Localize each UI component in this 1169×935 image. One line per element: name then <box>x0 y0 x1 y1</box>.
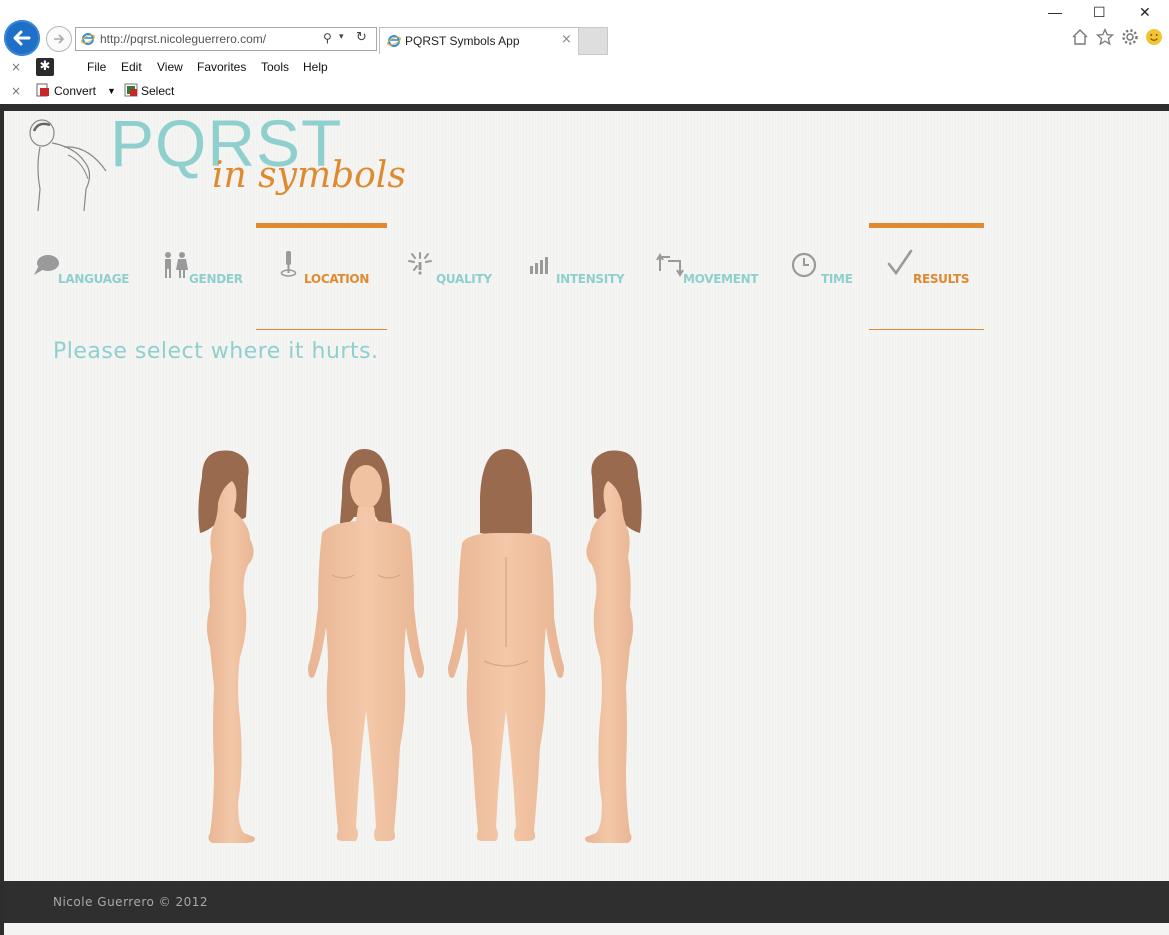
tab-title: PQRST Symbols App <box>405 34 520 48</box>
menu-help[interactable]: Help <box>303 60 328 74</box>
convert-button[interactable]: Convert <box>54 84 96 98</box>
home-icon[interactable] <box>1071 28 1089 46</box>
favorites-star-icon[interactable] <box>1096 28 1114 46</box>
page-prompt: Please select where it hurts. <box>53 339 379 364</box>
minimize-button[interactable]: — <box>1048 4 1062 20</box>
burst-icon <box>408 252 432 275</box>
body-view-front[interactable] <box>308 449 424 841</box>
menu-file[interactable]: File <box>87 60 106 74</box>
active-indicator-bottom <box>256 329 387 330</box>
active-indicator-top <box>256 223 387 228</box>
tab-close-icon[interactable]: × <box>561 32 572 47</box>
footer-copyright: Nicole Guerrero © 2012 <box>53 895 209 909</box>
bars-icon <box>530 257 548 274</box>
new-tab-button[interactable] <box>578 27 608 55</box>
back-button[interactable] <box>4 20 40 56</box>
maximize-button[interactable]: ☐ <box>1093 4 1106 21</box>
convert-dropdown-icon[interactable]: ▼ <box>107 86 116 96</box>
nav-quality-label: QUALITY <box>436 272 492 286</box>
forward-arrow-icon <box>54 34 65 44</box>
nav-gender-label: GENDER <box>189 272 243 286</box>
body-view-right-side[interactable] <box>585 450 642 843</box>
menu-bar: × ✱ File Edit View Favorites Tools Help <box>0 56 1169 80</box>
refresh-icon[interactable]: ↻ <box>356 30 367 45</box>
tab-pqrst[interactable]: PQRST Symbols App × <box>379 27 579 54</box>
menu-edit[interactable]: Edit <box>121 60 142 74</box>
arrows-icon <box>656 253 684 277</box>
checkmark-icon <box>887 249 913 276</box>
browser-title-bar: http://pqrst.nicoleguerrero.com/ ⚲ ▾ ↻ P… <box>0 0 1169 56</box>
nav-language-label: LANGUAGE <box>58 272 130 286</box>
bottom-strip <box>4 923 1169 935</box>
menu-favorites[interactable]: Favorites <box>197 60 246 74</box>
app-page: PQRST in symbols LANGUAGE GENDER LOCATIO… <box>4 106 1169 881</box>
select-button[interactable]: Select <box>141 84 174 98</box>
gender-people-icon <box>165 252 188 278</box>
body-view-back[interactable] <box>448 449 564 841</box>
smiley-icon[interactable] <box>1145 28 1163 46</box>
speech-bubble-icon <box>34 255 59 275</box>
convert-pdf-icon <box>36 83 49 97</box>
search-icon[interactable]: ⚲ <box>323 31 332 45</box>
body-figures <box>198 449 642 843</box>
ie-logo-icon <box>81 33 95 45</box>
menu-tools[interactable]: Tools <box>261 60 289 74</box>
logo-tagline: in symbols <box>212 155 406 196</box>
forward-button[interactable] <box>46 26 72 52</box>
page-footer: Nicole Guerrero © 2012 <box>4 881 1169 923</box>
addon-icon[interactable]: ✱ <box>36 58 54 76</box>
close-toolbar-icon[interactable]: × <box>11 60 21 74</box>
close-toolbar-icon[interactable]: × <box>11 84 21 98</box>
command-bar: × Convert ▼ Select <box>0 80 1169 104</box>
select-icon <box>124 83 138 97</box>
results-indicator-top <box>869 223 984 228</box>
menu-view[interactable]: View <box>157 60 183 74</box>
pin-icon <box>280 251 297 277</box>
dropdown-icon[interactable]: ▾ <box>339 32 344 42</box>
nav-time-label: TIME <box>821 272 853 286</box>
settings-gear-icon[interactable] <box>1121 28 1139 46</box>
results-indicator-bottom <box>869 329 984 330</box>
back-arrow-icon <box>13 30 31 46</box>
address-url[interactable]: http://pqrst.nicoleguerrero.com/ <box>100 32 266 46</box>
body-view-left-side[interactable] <box>198 450 255 843</box>
clock-icon <box>791 252 817 278</box>
nav-location-label: LOCATION <box>304 272 370 286</box>
person-back-pain-logo-icon <box>29 119 107 212</box>
nav-results-label: RESULTS <box>913 272 970 286</box>
address-bar[interactable]: http://pqrst.nicoleguerrero.com/ ⚲ ▾ ↻ <box>75 27 377 51</box>
nav-intensity-label: INTENSITY <box>556 272 625 286</box>
ie-logo-icon <box>387 35 401 47</box>
close-window-button[interactable]: ✕ <box>1139 4 1151 21</box>
nav-movement-label: MOVEMENT <box>683 272 759 286</box>
